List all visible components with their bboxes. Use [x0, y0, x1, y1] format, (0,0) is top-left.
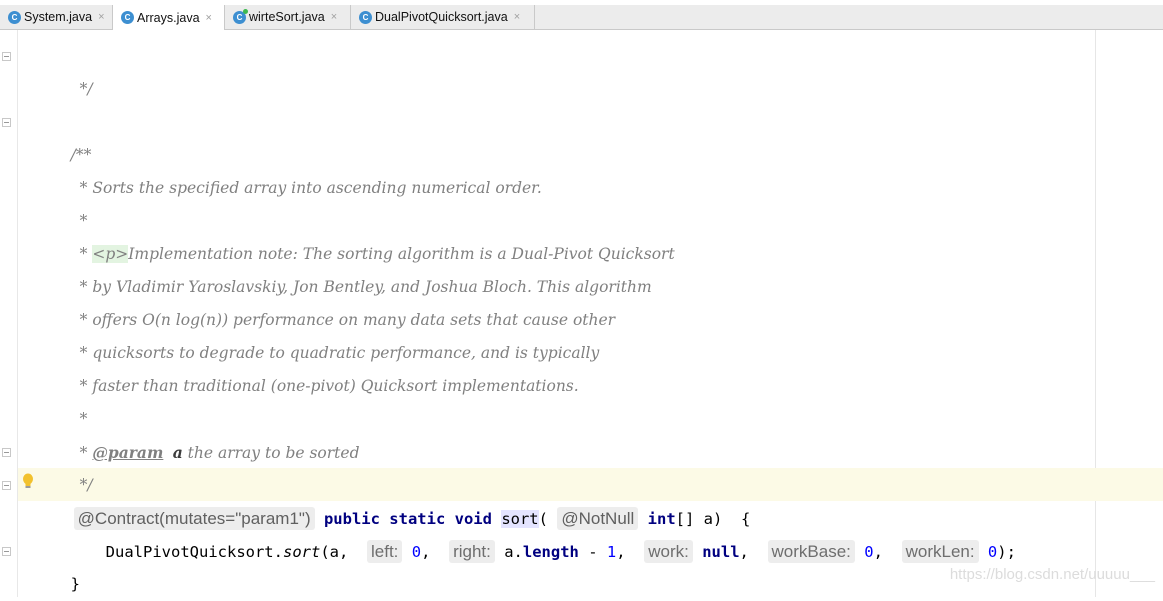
code-line-method-call[interactable]: DualPivotQuicksort.sort(a, left: 0, righ… — [87, 502, 1016, 563]
tab-label: wirteSort.java — [249, 10, 325, 24]
parameter-hint: left: — [366, 540, 403, 563]
java-class-icon: C — [8, 10, 21, 24]
punctuation: ); — [997, 543, 1016, 561]
code-text: DualPivotQuicksort. — [105, 543, 283, 561]
editor-gutter[interactable] — [0, 30, 18, 597]
tab-system-java[interactable]: C System.java × — [0, 5, 113, 29]
number-literal: 1 — [606, 543, 617, 561]
tab-label: System.java — [24, 10, 93, 24]
parameter-hint: work: — [644, 540, 693, 563]
close-icon[interactable]: × — [98, 11, 104, 23]
watermark: https://blog.csdn.net/uuuuu___ — [949, 566, 1155, 583]
code-line[interactable]: } — [52, 535, 80, 593]
code-line[interactable]: * offers O(n log(n)) performance on many… — [61, 271, 615, 329]
tab-label: Arrays.java — [137, 10, 200, 25]
comment-text: * Sorts the specified array into ascendi… — [79, 179, 542, 197]
field-name: length — [522, 543, 579, 561]
java-class-icon: C — [121, 11, 134, 24]
code-line[interactable]: */ — [61, 40, 93, 98]
code-line[interactable]: * @param a the array to be sorted — [61, 403, 360, 462]
closing-brace: } — [70, 575, 81, 593]
tab-label: DualPivotQuicksort.java — [375, 10, 508, 24]
parameter-hint: workBase: — [767, 540, 855, 563]
close-icon[interactable]: × — [514, 11, 520, 23]
close-icon[interactable]: × — [331, 11, 337, 23]
right-margin-guide — [1095, 30, 1096, 597]
code-line[interactable]: * — [61, 172, 88, 230]
fold-marker-icon[interactable] — [2, 52, 11, 61]
code-line-method-signature[interactable]: @Contract(mutates="param1") public stati… — [55, 469, 750, 530]
code-line[interactable]: * by Vladimir Yaroslavskiy, Jon Bentley,… — [61, 238, 652, 296]
javadoc-param-name: a — [172, 443, 183, 462]
close-icon[interactable]: × — [206, 12, 212, 24]
keyword: null — [702, 543, 740, 561]
punctuation: , — [873, 543, 902, 561]
code-line[interactable]: * quicksorts to degrade to quadratic per… — [61, 304, 600, 362]
tab-dualpivotquicksort-java[interactable]: C DualPivotQuicksort.java × — [351, 5, 535, 29]
code-text: (a, — [320, 543, 367, 561]
code-line[interactable]: * — [61, 370, 88, 428]
punctuation: , — [739, 543, 768, 561]
operator: - — [578, 543, 607, 561]
code-text: a. — [504, 543, 523, 561]
java-class-modified-icon: C — [233, 8, 248, 24]
number-literal: 0 — [987, 543, 998, 561]
javadoc-tag: @param — [92, 443, 164, 462]
comment-text: * faster than traditional (one-pivot) Qu… — [79, 377, 579, 395]
code-line[interactable]: * Sorts the specified array into ascendi… — [61, 139, 542, 197]
comment-text: */ — [79, 80, 93, 98]
fold-marker-icon[interactable] — [2, 448, 11, 457]
punctuation: , — [616, 543, 645, 561]
parameter-hint: right: — [449, 540, 495, 563]
tab-wirtesort-java[interactable]: C wirteSort.java × — [225, 5, 351, 29]
code-line[interactable]: * faster than traditional (one-pivot) Qu… — [61, 337, 579, 395]
fold-marker-icon[interactable] — [2, 118, 11, 127]
fold-marker-icon[interactable] — [2, 547, 11, 556]
number-literal: 0 — [411, 543, 422, 561]
tab-arrays-java[interactable]: C Arrays.java × — [113, 5, 225, 30]
code-line[interactable]: */ — [61, 436, 93, 494]
lightbulb-icon[interactable] — [22, 473, 34, 489]
java-class-icon: C — [359, 10, 372, 24]
method-call[interactable]: sort — [283, 543, 320, 561]
punctuation: , — [421, 543, 450, 561]
parameter-hint: workLen: — [901, 540, 979, 563]
comment-text: the array to be sorted — [182, 444, 360, 462]
fold-guide — [17, 30, 18, 597]
code-line[interactable]: /** — [52, 106, 92, 164]
number-literal: 0 — [864, 543, 874, 561]
code-line[interactable]: * <p>Implementation note: The sorting al… — [61, 205, 675, 263]
editor-tab-bar: C System.java × C Arrays.java × C wirteS… — [0, 5, 1163, 30]
fold-marker-icon[interactable] — [2, 481, 11, 490]
